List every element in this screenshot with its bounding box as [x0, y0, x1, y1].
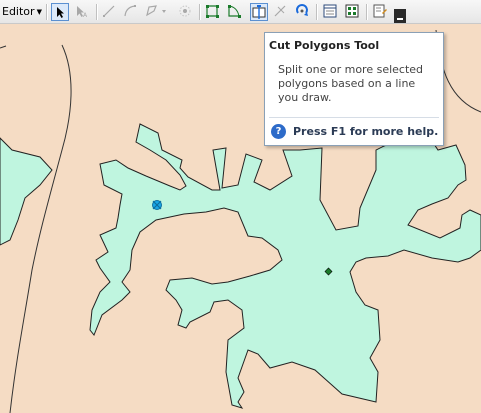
sketch-properties-icon — [345, 4, 359, 18]
split-tool-button[interactable] — [272, 3, 290, 21]
edit-annotation-tool-button[interactable]: A — [73, 3, 91, 21]
tooltip-title: Cut Polygons Tool — [269, 39, 380, 52]
point-icon — [179, 5, 191, 17]
toolbar-separator — [46, 4, 48, 20]
toolbar-separator — [96, 4, 98, 20]
editor-menu-label: Editor — [2, 5, 35, 18]
reshape-feature-tool-button[interactable] — [226, 3, 244, 21]
polygon-construct-icon — [146, 5, 166, 17]
parcel-boundary-line — [9, 44, 72, 413]
line-segment-icon — [103, 5, 115, 17]
split-icon — [274, 5, 286, 17]
arc-icon — [124, 5, 136, 17]
parcel-boundary-line — [0, 45, 7, 49]
overflow-chevron-icon — [397, 18, 403, 20]
attributes-button[interactable] — [322, 3, 340, 21]
svg-text:A: A — [83, 12, 88, 18]
chevron-down-icon: ▼ — [36, 8, 42, 16]
create-features-icon — [373, 4, 387, 18]
vertices-icon — [206, 5, 219, 18]
cut-polygons-icon — [252, 5, 266, 19]
help-icon: ? — [271, 124, 286, 139]
rotate-tool-button[interactable] — [294, 3, 312, 21]
attributes-table-icon — [323, 4, 337, 18]
edit-tool-button[interactable] — [51, 3, 69, 21]
cut-polygons-tool-button[interactable] — [250, 3, 268, 21]
arrow-pointer-icon — [57, 7, 64, 18]
sketch-properties-button[interactable] — [344, 3, 362, 21]
selection-marker — [152, 200, 162, 210]
tooltip-description: Split one or more selected polygons base… — [278, 63, 424, 104]
rotate-icon — [296, 4, 308, 16]
reshape-icon — [228, 5, 241, 18]
trace-tool-button[interactable] — [143, 3, 171, 21]
endpoint-arc-tool-button[interactable] — [122, 3, 140, 21]
map-polygon-selected — [89, 123, 481, 409]
editor-menu[interactable]: Editor ▼ — [2, 3, 42, 21]
toolbar-options-button[interactable] — [394, 9, 406, 23]
create-features-button[interactable] — [372, 3, 390, 21]
toolbar-separator — [366, 4, 368, 20]
toolbar-separator — [199, 4, 201, 20]
annotation-arrow-icon: A — [77, 6, 88, 18]
tooltip-help-text: Press F1 for more help. — [293, 125, 439, 138]
tool-tooltip: Cut Polygons Tool Split one or more sele… — [264, 32, 444, 146]
edit-vertices-tool-button[interactable] — [204, 3, 222, 21]
straight-segment-tool-button[interactable] — [101, 3, 119, 21]
tooltip-divider — [269, 117, 439, 118]
point-tool-button[interactable] — [177, 3, 195, 21]
editor-toolbar: Editor ▼ A — [0, 0, 481, 24]
map-polygon — [0, 137, 53, 246]
toolbar-separator — [316, 4, 318, 20]
